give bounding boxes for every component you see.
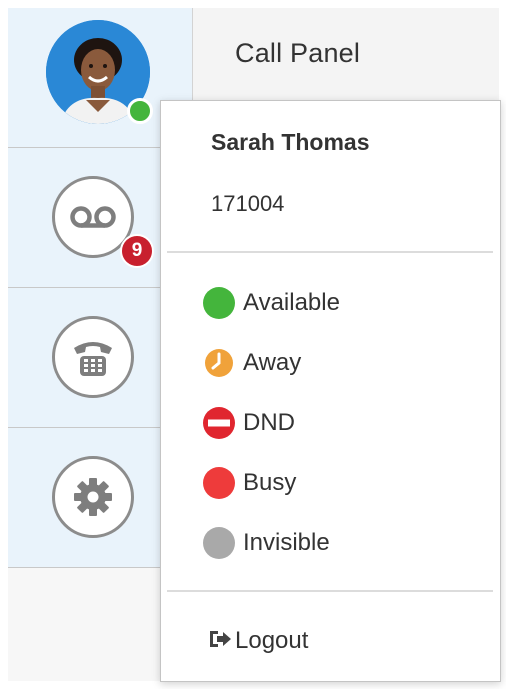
busy-dot-icon <box>201 465 237 501</box>
status-label: Available <box>243 289 340 316</box>
status-option-busy[interactable]: Busy <box>201 463 481 503</box>
status-label: DND <box>243 409 295 436</box>
menu-divider <box>167 590 493 592</box>
voicemail-count-badge: 9 <box>120 234 154 268</box>
presence-status-dot <box>127 98 153 124</box>
logout-label: Logout <box>235 627 309 654</box>
page-title: Call Panel <box>235 38 361 68</box>
menu-divider <box>167 251 493 253</box>
header: Call Panel <box>193 8 499 100</box>
status-option-available[interactable]: Available <box>201 283 481 323</box>
avatar[interactable] <box>46 20 153 124</box>
dnd-icon <box>201 405 237 441</box>
status-label: Invisible <box>243 529 330 556</box>
available-dot-icon <box>201 285 237 321</box>
away-clock-icon <box>201 345 237 381</box>
user-extension: 171004 <box>211 191 285 216</box>
status-option-dnd[interactable]: DND <box>201 403 481 443</box>
dialpad-phone-icon <box>52 316 134 398</box>
invisible-dot-icon <box>201 525 237 561</box>
user-name: Sarah Thomas <box>211 129 370 155</box>
status-option-invisible[interactable]: Invisible <box>201 523 481 563</box>
status-option-away[interactable]: Away <box>201 343 481 383</box>
status-label: Away <box>243 349 302 376</box>
logout-button[interactable]: Logout <box>207 623 308 659</box>
status-dropdown-menu: Sarah Thomas 171004 Available Away DND B… <box>160 100 501 682</box>
status-label: Busy <box>243 469 297 496</box>
logout-icon <box>207 628 233 655</box>
gear-icon <box>52 456 134 538</box>
